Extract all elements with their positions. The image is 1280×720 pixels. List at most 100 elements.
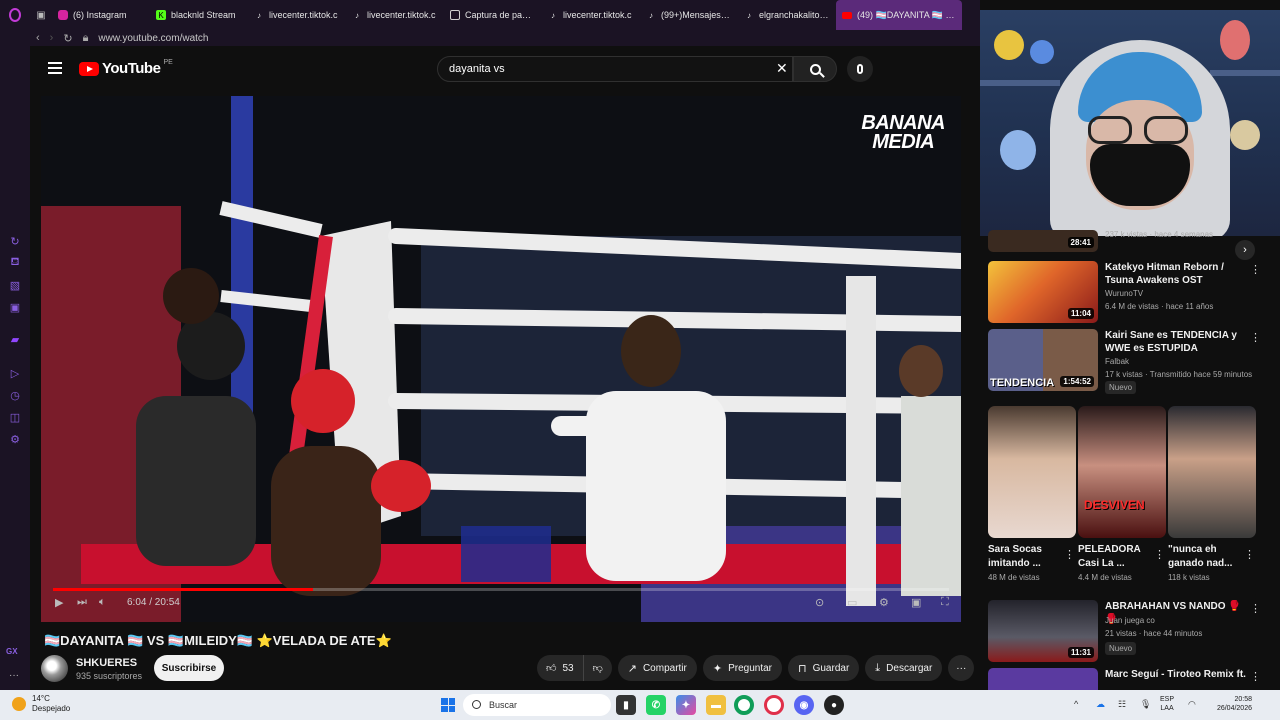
tab-tiktok-messages[interactable]: ♪ (99+)Mensajes | T — [640, 0, 738, 30]
share-button[interactable]: ↗ Compartir — [617, 655, 697, 681]
new-badge: Nuevo — [1105, 642, 1137, 655]
history-icon[interactable]: ◷ — [8, 388, 22, 402]
messenger-icon[interactable]: ▣ — [8, 300, 22, 314]
more-options-icon[interactable]: ⋮ — [1064, 548, 1075, 561]
settings-icon[interactable]: ⚙ — [879, 596, 889, 609]
volume-icon[interactable]: 🔈︎ — [99, 596, 106, 609]
clear-search-icon[interactable]: ✕ — [776, 60, 788, 77]
more-icon[interactable]: ··· — [9, 670, 19, 681]
document-icon — [450, 10, 460, 20]
tab-youtube-active[interactable]: (49) 🏳️‍⚧️DAYANITA 🏳️‍⚧️ VS 🏳️ — [836, 0, 962, 30]
video-actions: 👍︎ 53 👎︎ ↗ Compartir ✦ Preguntar ⊓ Guardar ⤓… — [537, 655, 975, 681]
sun-icon — [12, 697, 26, 711]
copilot-icon[interactable]: ✦ — [676, 695, 696, 715]
whatsapp-icon[interactable]: ✆ — [646, 695, 666, 715]
thumbs-up-icon: 👍︎ — [546, 663, 557, 674]
tab-instagram[interactable]: (6) Instagram — [52, 0, 150, 30]
autoplay-toggle[interactable]: ⊙ — [815, 596, 824, 609]
more-options-icon[interactable]: ⋮ — [1250, 331, 1261, 344]
network-icon[interactable]: ☷ — [1118, 699, 1126, 710]
next-icon[interactable]: ⏭ — [77, 596, 87, 609]
video-player[interactable]: BANANA MEDIA ▶ ⏭ 🔈︎ 6:04 / 20:54 ⊙ ▭ ⚙ ▣… — [41, 96, 961, 622]
video-progress-bar[interactable] — [53, 588, 949, 591]
ask-button[interactable]: ✦ Preguntar — [702, 655, 782, 681]
short-item[interactable]: Sara Socas imitando ... 48 M de vistas ⋮ — [988, 406, 1076, 582]
channel-avatar[interactable] — [41, 655, 68, 682]
save-button[interactable]: ⊓ Guardar — [788, 655, 860, 681]
tab-kick-stream[interactable]: Kblacknld Stream — [150, 0, 248, 30]
subscribe-button[interactable]: Suscribirse — [154, 655, 224, 681]
language-indicator[interactable]: ESP LAA — [1160, 695, 1174, 713]
share-icon: ↗ — [627, 662, 637, 675]
short-item[interactable]: "nunca eh ganado nad... 118 k vistas ⋮ — [1168, 406, 1256, 582]
search-input[interactable]: dayanita vs — [437, 56, 793, 82]
channel-name[interactable]: SHKUERES — [76, 657, 137, 669]
search-button[interactable] — [793, 56, 837, 82]
short-thumbnail — [1168, 406, 1256, 538]
shorts-next-button[interactable]: › — [1235, 240, 1255, 260]
tab-workspaces-icon[interactable]: ▣ — [30, 0, 52, 30]
youtube-logo[interactable]: YouTube PE — [79, 59, 173, 77]
bookmarks-icon[interactable]: ◫ — [8, 410, 22, 424]
opera-gx-logo-icon[interactable] — [0, 0, 30, 30]
more-icon: ··· — [956, 662, 967, 674]
miniplayer-icon[interactable]: ▣ — [911, 596, 921, 609]
more-options-icon[interactable]: ⋮ — [1250, 602, 1261, 615]
wifi-icon[interactable]: ◠ — [1188, 699, 1196, 710]
subtitles-icon[interactable]: ▭ — [847, 596, 857, 609]
tab-tiktok-livecenter-1[interactable]: ♪ livecenter.tiktok.c — [248, 0, 346, 30]
video-thumbnail: 11:04 — [988, 261, 1098, 323]
chrome-icon[interactable] — [734, 695, 754, 715]
back-icon[interactable]: ‹ — [36, 32, 40, 44]
fullscreen-icon[interactable]: ⛶ — [941, 596, 949, 609]
play-icon[interactable]: ▶ — [55, 596, 63, 609]
gx-control-icon[interactable]: ↻ — [8, 234, 22, 248]
twitch-icon[interactable]: ▰ — [8, 332, 22, 346]
weather-widget[interactable]: 14°C Despejado — [12, 694, 70, 714]
onedrive-icon[interactable]: ☁ — [1096, 699, 1105, 710]
more-options-icon[interactable]: ⋮ — [1154, 548, 1165, 561]
settings-icon[interactable]: ⚙ — [8, 432, 22, 446]
more-actions-button[interactable]: ··· — [948, 655, 975, 681]
discord-icon[interactable]: ◉ — [794, 695, 814, 715]
windows-start-icon[interactable] — [441, 698, 455, 712]
more-options-icon[interactable]: ⋮ — [1250, 670, 1261, 683]
dislike-button[interactable]: 👎︎ — [582, 655, 612, 681]
microphone-icon[interactable]: 🎙︎ — [1140, 699, 1151, 710]
menu-icon[interactable] — [48, 62, 62, 74]
tiktok-icon: ♪ — [257, 10, 261, 20]
system-clock[interactable]: 20:58 26/04/2026 — [1206, 695, 1252, 713]
show-hidden-icons[interactable]: ^ — [1074, 699, 1078, 709]
microphone-icon — [857, 64, 863, 74]
tab-tiktok-profile[interactable]: ♪ elgranchakalito (g — [738, 0, 836, 30]
video-frame — [41, 96, 961, 622]
gx-player-icon[interactable]: ▧ — [8, 278, 22, 292]
tiktok-icon: ♪ — [747, 10, 751, 20]
voice-search-button[interactable] — [847, 56, 873, 82]
short-item[interactable]: DESVIVEN PELEADORA Casi La ... 4.4 M de … — [1078, 406, 1166, 582]
taskbar-search-input[interactable]: Buscar — [463, 694, 611, 716]
tab-tiktok-livecenter-3[interactable]: ♪ livecenter.tiktok.c — [542, 0, 640, 30]
video-time: 6:04 / 20:54 — [127, 597, 180, 608]
reload-icon[interactable]: ↻ — [63, 32, 72, 45]
like-button[interactable]: 👍︎ 53 — [537, 655, 583, 681]
windows-taskbar: 14°C Despejado Buscar ▮ ✆ ✦ ▬ ◉ ● ^ ☁ ☷ … — [0, 690, 1280, 720]
short-thumbnail — [988, 406, 1076, 538]
download-icon: ⤓ — [875, 661, 881, 674]
url-field[interactable]: www.youtube.com/watch — [98, 33, 208, 44]
tab-screenshot[interactable]: Captura de pantal — [444, 0, 542, 30]
opera-gx-taskbar-icon[interactable] — [764, 695, 784, 715]
tab-tiktok-livecenter-2[interactable]: ♪ livecenter.tiktok.c — [346, 0, 444, 30]
video-title: 🏳️‍⚧️DAYANITA 🏳️‍⚧️ VS 🏳️‍⚧️MILEIDY🏳️‍⚧️… — [44, 633, 392, 648]
gx-label-icon[interactable]: GX — [6, 647, 18, 656]
forward-icon[interactable]: › — [50, 32, 54, 44]
more-options-icon[interactable]: ⋮ — [1250, 263, 1261, 276]
more-options-icon[interactable]: ⋮ — [1244, 548, 1255, 561]
gx-corner-icon[interactable]: ⛾ — [8, 256, 22, 270]
obs-icon[interactable]: ● — [824, 695, 844, 715]
player-icon[interactable]: ▷ — [8, 366, 22, 380]
file-explorer-icon[interactable]: ▬ — [706, 695, 726, 715]
task-view-icon[interactable]: ▮ — [616, 695, 636, 715]
bookmark-icon: ⊓ — [798, 662, 807, 675]
download-button[interactable]: ⤓ Descargar — [865, 655, 943, 681]
